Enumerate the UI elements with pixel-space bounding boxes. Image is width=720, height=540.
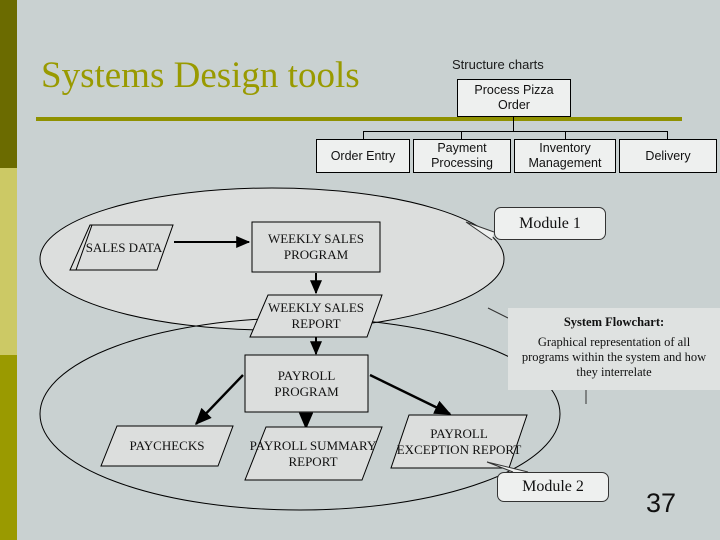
node-text-payroll-summary-report: PAYROLL SUMMARY REPORT	[249, 437, 377, 469]
node-text-paychecks: PAYCHECKS	[129, 438, 205, 453]
sidebar-band-middle	[0, 168, 17, 355]
node-text-payroll-exception-report: PAYROLL EXCEPTION REPORT	[396, 425, 522, 457]
structure-box-payment-processing: Payment Processing	[413, 139, 511, 173]
node-label-weekly-sales-report: WEEKLY SALES REPORT	[250, 295, 382, 337]
structure-box-inventory-management: Inventory Management	[514, 139, 616, 173]
node-label-payroll-exception-report: PAYROLL EXCEPTION REPORT	[393, 415, 525, 468]
callout-leader-module1	[465, 221, 495, 241]
page-number: 37	[646, 488, 677, 518]
sidebar-band-bottom	[0, 355, 17, 540]
system-flowchart-description-box: System Flowchart: Graphical representati…	[508, 308, 720, 390]
module2-grouping-ellipse	[39, 317, 561, 511]
sidebar-band-top	[0, 0, 17, 168]
structure-box-process-pizza-order: Process Pizza Order	[457, 79, 571, 117]
node-text-sales-data: SALES DATA	[85, 239, 163, 255]
structure-box-delivery: Delivery	[619, 139, 717, 173]
structure-box-order-entry: Order Entry	[316, 139, 410, 173]
structure-connector-stem	[513, 117, 514, 132]
node-label-weekly-sales-program: WEEKLY SALES PROGRAM	[252, 222, 380, 272]
arrow-payroll-program-to-paychecks	[195, 374, 244, 426]
node-text-weekly-sales-report: WEEKLY SALES REPORT	[267, 300, 365, 331]
node-label-sales-data: SALES DATA	[76, 225, 172, 270]
description-title: System Flowchart:	[563, 315, 665, 329]
node-label-payroll-program: PAYROLL PROGRAM	[245, 355, 368, 412]
node-label-payroll-summary-report: PAYROLL SUMMARY REPORT	[248, 427, 378, 480]
slide-title: Systems Design tools	[41, 55, 360, 96]
structure-connector-bus	[363, 131, 668, 132]
description-body: Graphical representation of all programs…	[521, 335, 707, 379]
title-underline-rule	[36, 117, 682, 121]
slide-canvas: Systems Design tools Structure charts Pr…	[0, 0, 720, 540]
callout-module-2: Module 2	[497, 472, 609, 502]
callout-module-1: Module 1	[494, 207, 606, 240]
node-text-payroll-program: PAYROLL PROGRAM	[274, 367, 339, 399]
structure-charts-label: Structure charts	[452, 57, 544, 72]
node-label-paychecks: PAYCHECKS	[101, 426, 233, 466]
node-text-weekly-sales-program: WEEKLY SALES PROGRAM	[267, 231, 365, 262]
desc-leader-top	[487, 307, 509, 319]
arrow-payroll-program-to-exception-report	[369, 373, 452, 416]
